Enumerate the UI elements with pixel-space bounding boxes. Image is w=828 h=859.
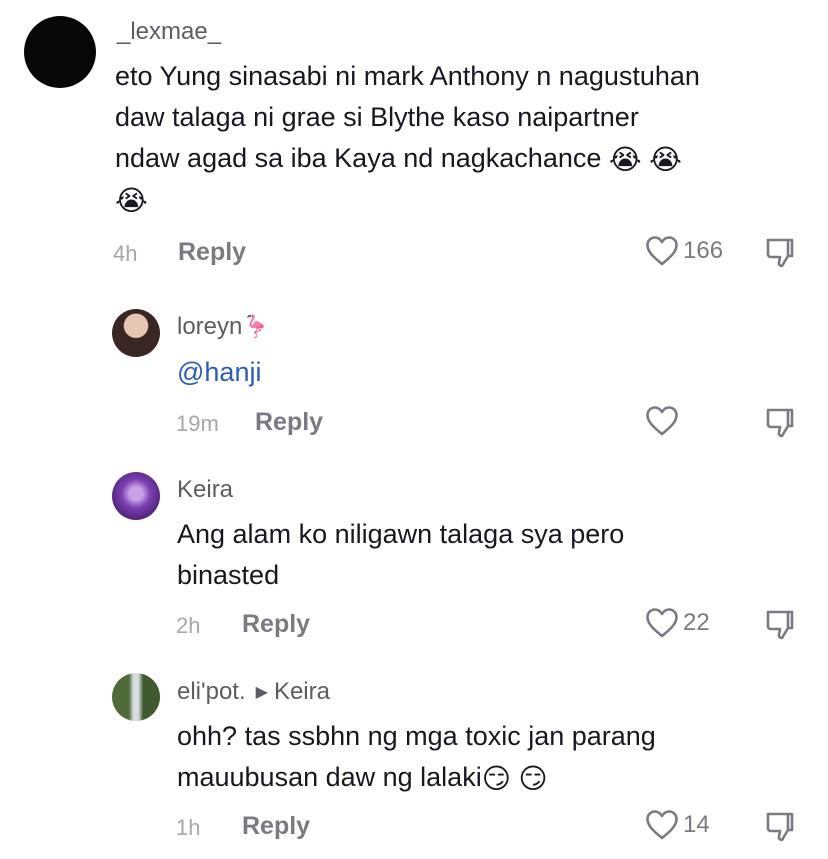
thumbs-down-outline-icon: [766, 610, 794, 640]
comment-timestamp: 19m: [176, 411, 219, 436]
like-button[interactable]: [645, 405, 679, 437]
comment-text-line: daw talaga ni grae si Blythe kaso naipar…: [115, 102, 639, 132]
comment-username[interactable]: Keira: [177, 476, 233, 504]
avatar[interactable]: [24, 16, 96, 88]
heart-outline-icon: [646, 810, 678, 840]
dislike-button[interactable]: [765, 609, 795, 646]
crying-face-emoji-icon: 😭: [608, 143, 642, 175]
comment-text: eto Yung sinasabi ni mark Anthony n nagu…: [115, 56, 815, 220]
comment-text-line: mauubusan daw ng lalaki: [177, 762, 482, 792]
dislike-button[interactable]: [765, 811, 795, 848]
dislike-button[interactable]: [765, 407, 795, 444]
reply-button[interactable]: Reply: [242, 610, 310, 639]
mention-link[interactable]: @hanji: [177, 352, 261, 393]
heart-outline-icon: [646, 236, 678, 266]
thumbs-down-outline-icon: [766, 812, 794, 842]
reply-button[interactable]: Reply: [255, 408, 323, 437]
thumbs-down-outline-icon: [766, 238, 794, 268]
comment-text-line: ohh? tas ssbhn ng mga toxic jan parang: [177, 721, 656, 751]
comment-text: Ang alam ko niligawn talaga sya pero bin…: [177, 514, 777, 596]
comment-timestamp: 2h: [176, 613, 201, 638]
reply-button[interactable]: Reply: [178, 238, 246, 267]
play-triangle-icon: ▶: [255, 684, 268, 701]
avatar[interactable]: [112, 673, 160, 721]
thumbs-down-outline-icon: [766, 408, 794, 438]
comment-text: ohh? tas ssbhn ng mga toxic jan parang m…: [177, 716, 797, 798]
heart-outline-icon: [646, 608, 678, 638]
like-button[interactable]: 166: [645, 235, 723, 267]
comment-text-line: binasted: [177, 560, 280, 590]
like-count: 14: [683, 811, 710, 838]
dislike-button[interactable]: [765, 237, 795, 274]
comment-username[interactable]: _lexmae_: [117, 18, 221, 46]
smirking-face-emoji-icon: 😏: [481, 762, 511, 794]
like-button[interactable]: 14: [645, 809, 710, 841]
reply-to-username[interactable]: Keira: [274, 678, 330, 705]
comment-timestamp: 4h: [113, 241, 138, 266]
avatar[interactable]: [112, 472, 160, 520]
comment-username[interactable]: loreyn🦩: [177, 313, 270, 341]
like-button[interactable]: 22: [645, 607, 710, 639]
comment-text-line: ndaw agad sa iba Kaya nd nagkachance: [115, 143, 602, 173]
comment-text-line: eto Yung sinasabi ni mark Anthony n nagu…: [115, 61, 700, 91]
comment-username[interactable]: eli'pot. ▶ Keira: [177, 678, 330, 706]
like-count: 22: [683, 609, 710, 636]
avatar[interactable]: [112, 309, 160, 357]
crying-face-emoji-icon: 😭: [115, 184, 148, 216]
like-count: 166: [683, 237, 724, 264]
reply-button[interactable]: Reply: [242, 812, 310, 841]
comment-timestamp: 1h: [176, 815, 201, 840]
comment-text-line: Ang alam ko niligawn talaga sya pero: [177, 519, 625, 549]
heart-outline-icon: [646, 406, 678, 436]
smirking-face-emoji-icon: 😏: [518, 762, 548, 794]
crying-face-emoji-icon: 😭: [649, 143, 682, 175]
flamingo-emoji-icon: 🦩: [242, 314, 270, 339]
